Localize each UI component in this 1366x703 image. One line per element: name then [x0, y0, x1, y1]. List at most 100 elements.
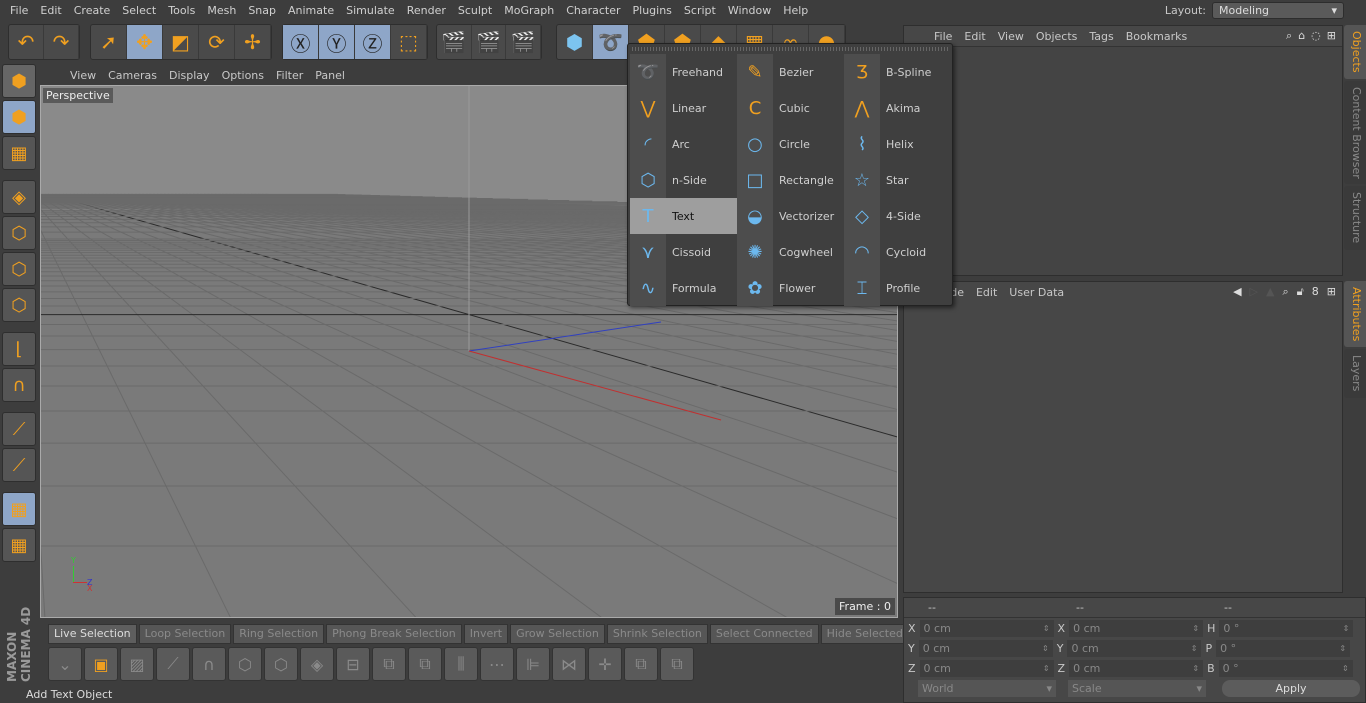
make-editable-button[interactable]: ⬢ [2, 64, 36, 98]
snap-magnet-button[interactable]: ∩ [2, 368, 36, 402]
rotate-button[interactable]: ⟳ [199, 25, 235, 59]
menu-character[interactable]: Character [560, 4, 626, 17]
eye-icon[interactable]: ◌ [1311, 29, 1321, 43]
z-axis-lock-button[interactable]: Ⓩ [355, 25, 391, 59]
modeling-tool-button[interactable]: ✛ [588, 647, 622, 681]
tool-live-selection[interactable]: Live Selection [48, 624, 137, 644]
cube-button[interactable]: ⬢ [557, 25, 593, 59]
menu-animate[interactable]: Animate [282, 4, 340, 17]
objects-menu-bookmarks[interactable]: Bookmarks [1120, 30, 1193, 43]
coord-field[interactable]: 0 cm ⇕ [1067, 639, 1202, 657]
knife-button[interactable]: ⟋ [2, 412, 36, 446]
menu-sculpt[interactable]: Sculpt [452, 4, 498, 17]
tool-invert[interactable]: Invert [463, 624, 509, 644]
move-axis-button[interactable]: ✢ [235, 25, 271, 59]
spline-cycloid[interactable]: ◠ Cycloid [844, 234, 951, 270]
modeling-tool-button[interactable]: ⌄ [48, 647, 82, 681]
tool-shrink-selection[interactable]: Shrink Selection [606, 624, 708, 644]
menu-mesh[interactable]: Mesh [201, 4, 242, 17]
modeling-tool-button[interactable]: ⧉ [660, 647, 694, 681]
camera-label[interactable]: Perspective [43, 88, 113, 103]
texture-mode-button[interactable]: ▦ [2, 136, 36, 170]
menu-plugins[interactable]: Plugins [627, 4, 678, 17]
popup-drag-handle[interactable] [632, 47, 948, 51]
objects-menu-view[interactable]: View [992, 30, 1030, 43]
spline-circle[interactable]: ○ Circle [737, 126, 844, 162]
modeling-tool-button[interactable]: ▣ [84, 647, 118, 681]
tool-ring-selection[interactable]: Ring Selection [233, 624, 325, 644]
move-button[interactable]: ✥ [127, 25, 163, 59]
stepper-icon[interactable]: ⇕ [1042, 644, 1049, 653]
lock-workplane-button[interactable]: ▦ [2, 492, 36, 526]
spline-star[interactable]: ☆ Star [844, 162, 951, 198]
spline-flower[interactable]: ✿ Flower [737, 270, 844, 306]
model-mode-button[interactable]: ⬢ [2, 100, 36, 134]
line-button[interactable]: ⟋ [2, 448, 36, 482]
tab-layers[interactable]: Layers [1344, 349, 1366, 398]
attributes-menu-edit[interactable]: Edit [970, 286, 1003, 299]
stepper-icon[interactable]: ⇕ [1191, 644, 1198, 653]
spline-rectangle[interactable]: □ Rectangle [737, 162, 844, 198]
menu-file[interactable]: File [4, 4, 34, 17]
objects-menu-file[interactable]: File [928, 30, 958, 43]
back-arrow-icon[interactable]: ◀ [1233, 285, 1241, 299]
coord-field[interactable]: 0 cm ⇕ [919, 659, 1054, 677]
modeling-tool-button[interactable]: ⫼ [444, 647, 478, 681]
live-select-button[interactable]: ➚ [91, 25, 127, 59]
modeling-tool-button[interactable]: ⬡ [264, 647, 298, 681]
viewport-menu-cameras[interactable]: Cameras [102, 69, 163, 82]
objects-menu-objects[interactable]: Objects [1030, 30, 1084, 43]
scale-button[interactable]: ◩ [163, 25, 199, 59]
coordinate-space-dropdown[interactable]: World ▾ [918, 679, 1056, 697]
coord-field[interactable]: 0 cm ⇕ [918, 639, 1053, 657]
spline-akima[interactable]: ⋀ Akima [844, 90, 951, 126]
coordinate-system-button[interactable]: ⬚ [391, 25, 427, 59]
viewport-menu-options[interactable]: Options [216, 69, 270, 82]
stepper-icon[interactable]: ⇕ [1339, 644, 1346, 653]
objects-menu-tags[interactable]: Tags [1083, 30, 1119, 43]
tool-loop-selection[interactable]: Loop Selection [138, 624, 232, 644]
modeling-tool-button[interactable]: ⧉ [372, 647, 406, 681]
tool-select-connected[interactable]: Select Connected [709, 624, 819, 644]
tab-attributes[interactable]: Attributes [1344, 281, 1366, 348]
stepper-icon[interactable]: ⇕ [1192, 664, 1199, 673]
spline-linear[interactable]: ⋁ Linear [630, 90, 737, 126]
redo-button[interactable]: ↷ [44, 25, 79, 59]
viewport-menu-panel[interactable]: Panel [309, 69, 351, 82]
object-list[interactable] [904, 46, 1342, 275]
modeling-tool-button[interactable]: ⟋ [156, 647, 190, 681]
tab-content-browser[interactable]: Content Browser [1344, 80, 1366, 185]
spline-b-spline[interactable]: Ʒ B-Spline [844, 54, 951, 90]
coord-field[interactable]: 0 cm ⇕ [1069, 619, 1204, 637]
spline-cubic[interactable]: C Cubic [737, 90, 844, 126]
render-picture-viewer-button[interactable]: 🎬 [472, 25, 507, 59]
size-mode-dropdown[interactable]: Scale ▾ [1068, 679, 1206, 697]
menu-select[interactable]: Select [116, 4, 162, 17]
viewport-menu-display[interactable]: Display [163, 69, 216, 82]
layout-dropdown[interactable]: Modeling ▾ [1212, 1, 1344, 19]
sculpt-mode-button[interactable]: ▦ [2, 528, 36, 562]
render-settings-button[interactable]: 🎬 [506, 25, 542, 59]
menu-help[interactable]: Help [777, 4, 814, 17]
spline-profile[interactable]: ⌶ Profile [844, 270, 951, 306]
modeling-tool-button[interactable]: ▨ [120, 647, 154, 681]
menu-create[interactable]: Create [68, 4, 117, 17]
edges-mode-button[interactable]: ⬡ [2, 252, 36, 286]
coord-field[interactable]: 0 ° ⇕ [1219, 619, 1354, 637]
tool-hide-selected[interactable]: Hide Selected [820, 624, 909, 644]
apply-button[interactable]: Apply [1222, 679, 1360, 697]
stepper-icon[interactable]: ⇕ [1343, 624, 1350, 633]
modeling-tool-button[interactable]: ⊫ [516, 647, 550, 681]
menu-snap[interactable]: Snap [242, 4, 282, 17]
search-icon[interactable]: ⌕ [1286, 29, 1292, 43]
tab-objects[interactable]: Objects [1344, 25, 1366, 79]
link-icon[interactable]: 8 [1312, 285, 1319, 299]
new-panel-icon[interactable]: ⊞ [1327, 29, 1336, 43]
coord-field[interactable]: 0 ° ⇕ [1218, 659, 1353, 677]
coord-field[interactable]: 0 cm ⇕ [1069, 659, 1204, 677]
lock-icon[interactable]: 🔓︎ [1297, 285, 1304, 299]
spline-bezier[interactable]: ✎ Bezier [737, 54, 844, 90]
modeling-tool-button[interactable]: ∩ [192, 647, 226, 681]
modeling-tool-button[interactable]: ⬡ [228, 647, 262, 681]
spline-text[interactable]: T Text [630, 198, 737, 234]
